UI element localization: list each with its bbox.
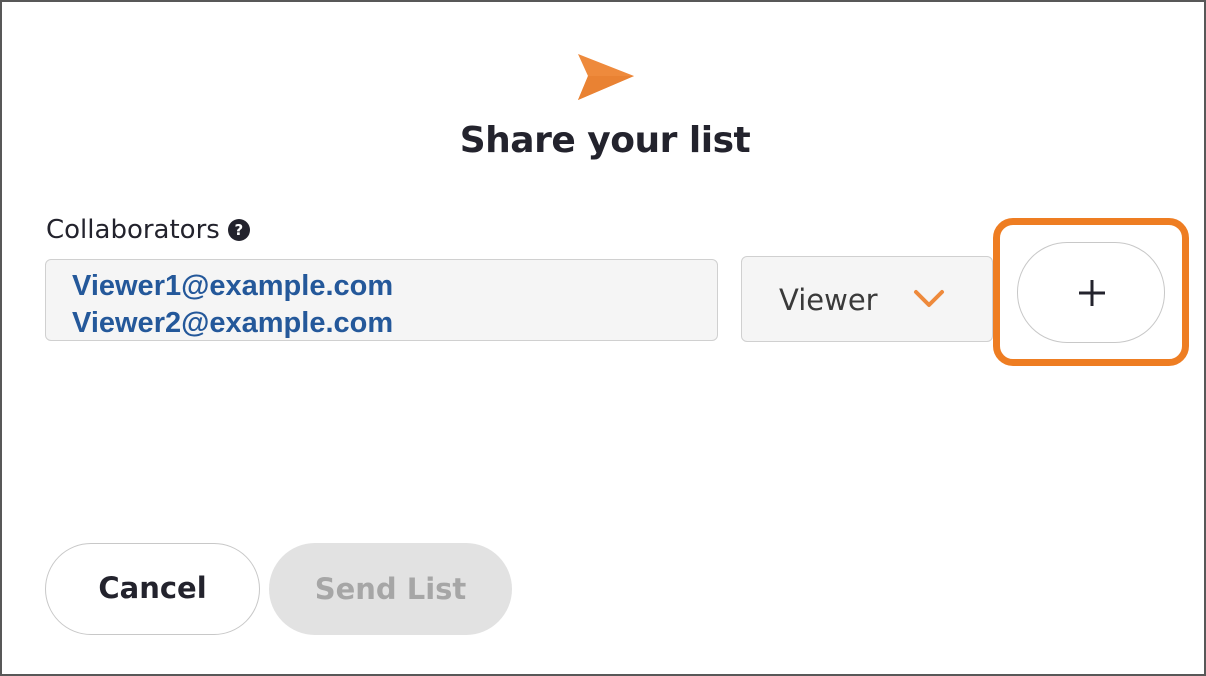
role-select[interactable]: Viewer <box>741 256 993 342</box>
collaborators-label-row: Collaborators ? <box>46 215 250 245</box>
role-select-value: Viewer <box>779 283 878 317</box>
send-list-button[interactable]: Send List <box>269 543 512 635</box>
add-collaborator-button[interactable] <box>1017 242 1165 343</box>
collaborator-emails-input[interactable]: Viewer1@example.com Viewer2@example.com <box>45 259 718 341</box>
send-icon <box>578 54 634 100</box>
cancel-button[interactable]: Cancel <box>45 543 260 635</box>
dialog-title: Share your list <box>459 120 751 161</box>
chevron-down-icon <box>914 290 944 307</box>
question-circle-icon[interactable]: ? <box>227 219 250 241</box>
plus-icon <box>1079 280 1105 306</box>
collaborators-label: Collaborators <box>46 215 220 245</box>
share-list-dialog: Share your list Collaborators ? Viewer1@… <box>0 0 1206 676</box>
collaborator-email: Viewer2@example.com <box>72 307 394 339</box>
collaborator-email: Viewer1@example.com <box>72 270 394 302</box>
